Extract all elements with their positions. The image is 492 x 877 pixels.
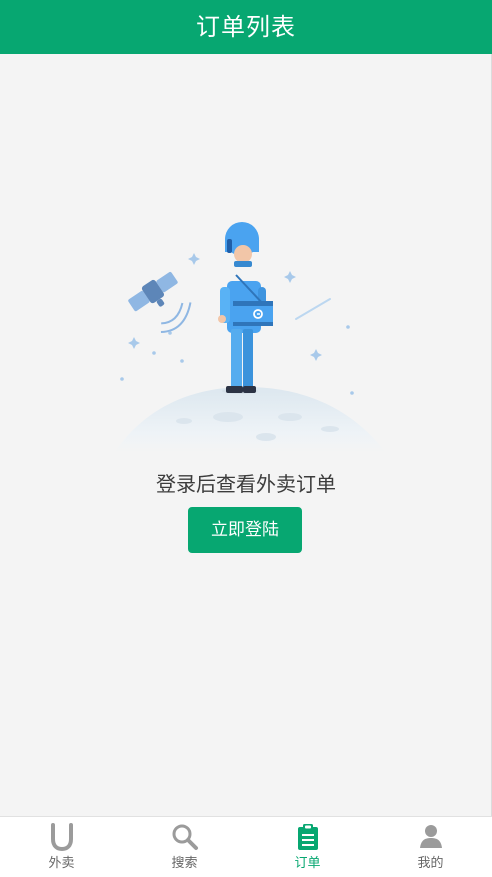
satellite-icon bbox=[128, 271, 192, 333]
tab-orders[interactable]: 订单 bbox=[246, 817, 369, 877]
login-button[interactable]: 立即登陆 bbox=[188, 507, 302, 553]
tab-takeout[interactable]: 外卖 bbox=[0, 817, 123, 877]
tab-label-takeout: 外卖 bbox=[48, 856, 75, 871]
tab-label-search: 搜索 bbox=[171, 856, 198, 871]
top-header: 订单列表 bbox=[0, 0, 492, 54]
empty-state-illustration bbox=[114, 222, 386, 453]
moon-surface bbox=[114, 387, 386, 453]
tab-profile[interactable]: 我的 bbox=[369, 817, 492, 877]
tab-label-profile: 我的 bbox=[417, 856, 444, 871]
page-title: 订单列表 bbox=[196, 13, 296, 41]
user-icon bbox=[419, 825, 442, 848]
order-list-screen: 订单列表 登录后查看外卖订单 立即登陆 外卖 搜索 订单 我的 bbox=[0, 0, 492, 877]
takeout-u-icon bbox=[50, 823, 73, 851]
search-icon bbox=[172, 824, 198, 850]
tab-label-orders: 订单 bbox=[294, 856, 321, 871]
order-clipboard-icon bbox=[297, 824, 318, 850]
empty-state-message: 登录后查看外卖订单 bbox=[156, 472, 336, 496]
tab-search[interactable]: 搜索 bbox=[123, 817, 246, 877]
astronaut-on-moon-icon bbox=[218, 222, 273, 394]
bottom-tab-bar: 外卖 搜索 订单 我的 bbox=[0, 816, 492, 877]
